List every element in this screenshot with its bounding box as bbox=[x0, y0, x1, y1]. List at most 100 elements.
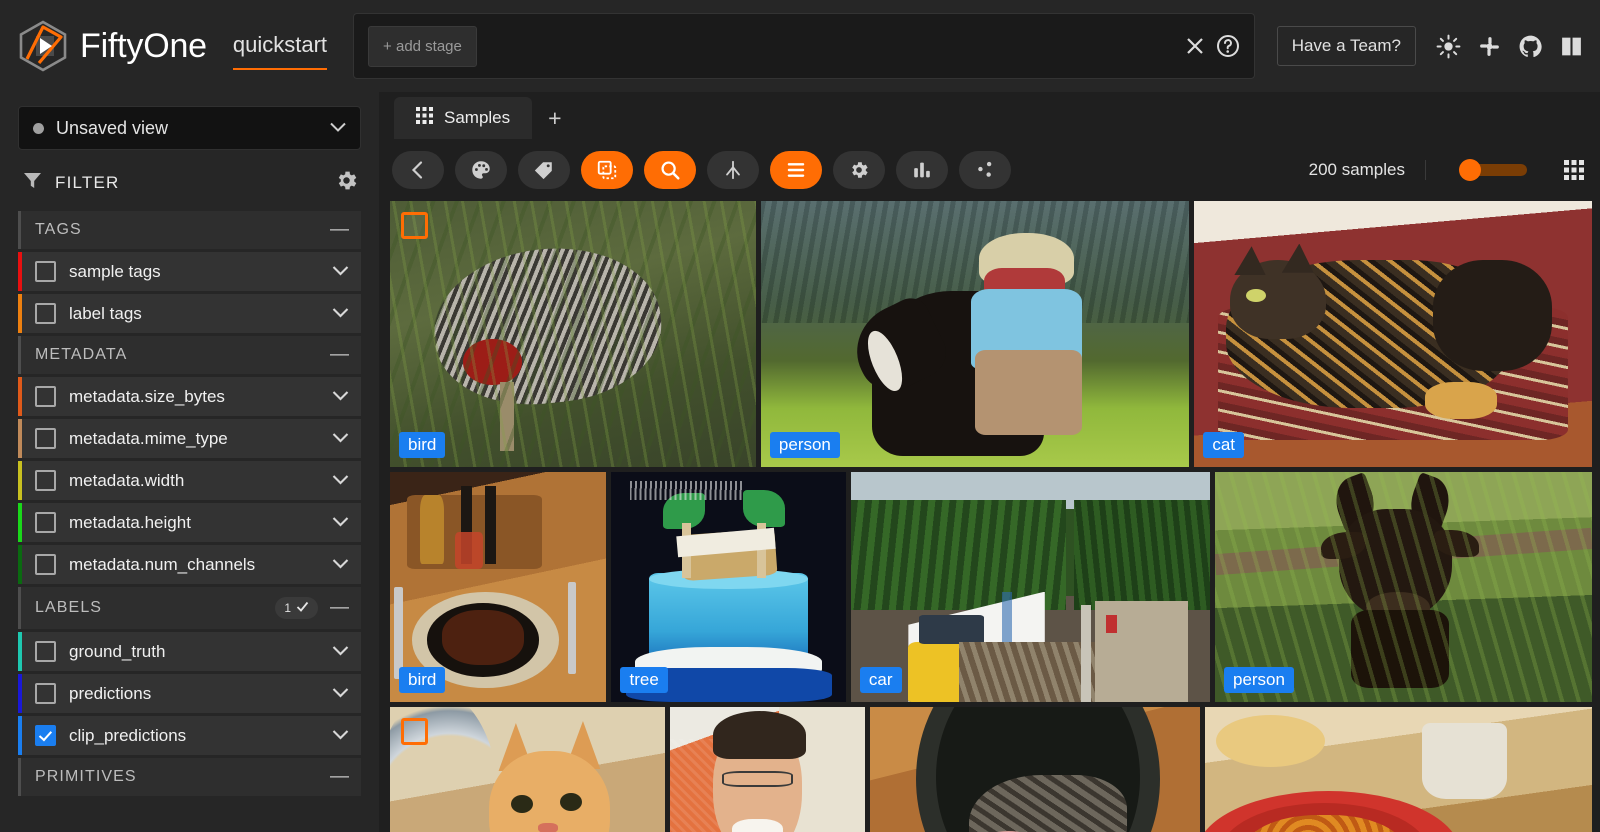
samples-count: 200 samples bbox=[1309, 160, 1426, 180]
chevron-down-icon[interactable] bbox=[332, 728, 349, 743]
collapse-toggle-icon[interactable]: — bbox=[330, 767, 349, 786]
fiftyone-app: FiftyOne quickstart + add stage Have a T… bbox=[0, 0, 1600, 832]
field-checkbox[interactable] bbox=[35, 470, 56, 491]
chevron-down-icon[interactable] bbox=[332, 389, 349, 404]
sidebar-field-clip-predictions[interactable]: clip_predictions bbox=[18, 716, 361, 755]
sidebar-field-metadata-num-channels[interactable]: metadata.num_channels bbox=[18, 545, 361, 584]
palette-icon-button[interactable] bbox=[455, 151, 507, 189]
sample-image bbox=[390, 201, 756, 467]
sidebar-group-primitives[interactable]: PRIMITIVES — bbox=[18, 758, 361, 796]
view-stage-bar[interactable]: + add stage bbox=[353, 13, 1255, 79]
header-icon-group bbox=[1436, 34, 1584, 59]
grid-zoom-slider[interactable] bbox=[1459, 159, 1527, 181]
sample-image bbox=[669, 707, 865, 832]
sidebar-group-labels[interactable]: LABELS 1 — bbox=[18, 587, 361, 629]
sidebar-group-title: LABELS bbox=[35, 599, 103, 616]
field-label: metadata.num_channels bbox=[69, 554, 256, 574]
sidebar-field-list[interactable]: TAGS — sample tags label tags METADATA — metad… bbox=[0, 208, 379, 832]
field-checkbox[interactable] bbox=[35, 725, 56, 746]
merge-arrow-icon-button[interactable] bbox=[707, 151, 759, 189]
chevron-down-icon[interactable] bbox=[332, 557, 349, 572]
sample-select-checkbox[interactable] bbox=[401, 212, 428, 239]
sidebar-field-label-tags[interactable]: label tags bbox=[18, 294, 361, 333]
sidebar-field-metadata-height[interactable]: metadata.height bbox=[18, 503, 361, 542]
grid-zoom-slider-thumb[interactable] bbox=[1459, 159, 1481, 181]
sidebar-field-metadata-width[interactable]: metadata.width bbox=[18, 461, 361, 500]
gear-icon[interactable] bbox=[334, 168, 359, 198]
field-label: ground_truth bbox=[69, 641, 166, 661]
chevron-down-icon[interactable] bbox=[332, 264, 349, 279]
sample-thumbnail[interactable]: bird bbox=[390, 472, 607, 702]
filter-header: FILTER bbox=[0, 162, 379, 208]
sample-select-checkbox[interactable] bbox=[401, 718, 428, 745]
sample-thumbnail[interactable] bbox=[869, 707, 1200, 832]
tab-samples[interactable]: Samples bbox=[394, 97, 533, 139]
badge-count: 1 bbox=[284, 601, 291, 615]
sidebar-group-tags[interactable]: TAGS — bbox=[18, 211, 361, 249]
sidebar-group-metadata[interactable]: METADATA — bbox=[18, 336, 361, 374]
field-checkbox[interactable] bbox=[35, 303, 56, 324]
sample-image bbox=[390, 707, 665, 832]
field-label: metadata.width bbox=[69, 470, 185, 490]
sidebar-field-metadata-mime-type[interactable]: metadata.mime_type bbox=[18, 419, 361, 458]
docs-book-icon[interactable] bbox=[1559, 34, 1584, 59]
have-a-team-button[interactable]: Have a Team? bbox=[1276, 26, 1416, 66]
collapse-toggle-icon[interactable]: — bbox=[330, 220, 349, 239]
view-selector[interactable]: Unsaved view bbox=[18, 106, 361, 150]
sidebar-field-metadata-size-bytes[interactable]: metadata.size_bytes bbox=[18, 377, 361, 416]
field-checkbox[interactable] bbox=[35, 641, 56, 662]
chevron-down-icon[interactable] bbox=[332, 431, 349, 446]
sample-thumbnail[interactable]: car bbox=[850, 472, 1210, 702]
close-icon[interactable] bbox=[1184, 35, 1206, 57]
field-label: clip_predictions bbox=[69, 725, 187, 745]
field-checkbox[interactable] bbox=[35, 683, 56, 704]
collapse-toggle-icon[interactable]: — bbox=[330, 598, 349, 617]
settings-gear-icon-button[interactable] bbox=[833, 151, 885, 189]
add-stage-button[interactable]: + add stage bbox=[368, 25, 477, 67]
bar-chart-icon-button[interactable] bbox=[896, 151, 948, 189]
sample-thumbnail[interactable]: person bbox=[760, 201, 1190, 467]
add-tab-button[interactable]: + bbox=[532, 97, 577, 139]
grid-dots-icon[interactable] bbox=[1562, 158, 1586, 182]
sidebar-group-title: PRIMITIVES bbox=[35, 768, 137, 785]
sample-thumbnail[interactable]: bird bbox=[390, 201, 756, 467]
tag-icon-button[interactable] bbox=[518, 151, 570, 189]
chevron-down-icon[interactable] bbox=[332, 644, 349, 659]
sample-thumbnail[interactable] bbox=[390, 707, 665, 832]
field-checkbox[interactable] bbox=[35, 554, 56, 575]
sample-classification-label: bird bbox=[399, 432, 446, 458]
chevron-down-icon[interactable] bbox=[332, 515, 349, 530]
list-icon-button[interactable] bbox=[770, 151, 822, 189]
chevron-down-icon[interactable] bbox=[332, 686, 349, 701]
sun-icon[interactable] bbox=[1436, 34, 1461, 59]
view-status-dot bbox=[33, 122, 44, 134]
github-icon[interactable] bbox=[1518, 34, 1543, 59]
sample-thumbnail[interactable]: tree bbox=[611, 472, 846, 702]
scatter-dots-icon-button[interactable] bbox=[959, 151, 1011, 189]
dataset-name[interactable]: quickstart bbox=[232, 32, 328, 70]
chevron-down-icon[interactable] bbox=[332, 306, 349, 321]
back-button[interactable] bbox=[392, 151, 444, 189]
field-checkbox[interactable] bbox=[35, 261, 56, 282]
fiftyone-logo-icon[interactable] bbox=[14, 17, 72, 75]
sample-thumbnail[interactable] bbox=[669, 707, 865, 832]
chevron-down-icon[interactable] bbox=[332, 473, 349, 488]
sidebar-field-predictions[interactable]: predictions bbox=[18, 674, 361, 713]
help-circle-icon[interactable] bbox=[1216, 34, 1240, 58]
collapse-toggle-icon[interactable]: — bbox=[330, 345, 349, 364]
patches-icon-button[interactable] bbox=[581, 151, 633, 189]
search-icon-button[interactable] bbox=[644, 151, 696, 189]
field-checkbox[interactable] bbox=[35, 386, 56, 407]
sidebar-field-sample-tags[interactable]: sample tags bbox=[18, 252, 361, 291]
field-label: metadata.height bbox=[69, 512, 191, 532]
field-checkbox[interactable] bbox=[35, 428, 56, 449]
sidebar-field-ground-truth[interactable]: ground_truth bbox=[18, 632, 361, 671]
sample-thumbnail[interactable] bbox=[1204, 707, 1592, 832]
sample-thumbnail[interactable]: cat bbox=[1194, 201, 1592, 467]
field-checkbox[interactable] bbox=[35, 512, 56, 533]
sidebar-group-title: METADATA bbox=[35, 346, 128, 363]
sample-thumbnail[interactable]: person bbox=[1214, 472, 1592, 702]
filter-title: FILTER bbox=[55, 173, 120, 192]
slack-icon[interactable] bbox=[1477, 34, 1502, 59]
sample-grid[interactable]: bird person cat bird tree car person bbox=[380, 201, 1600, 832]
